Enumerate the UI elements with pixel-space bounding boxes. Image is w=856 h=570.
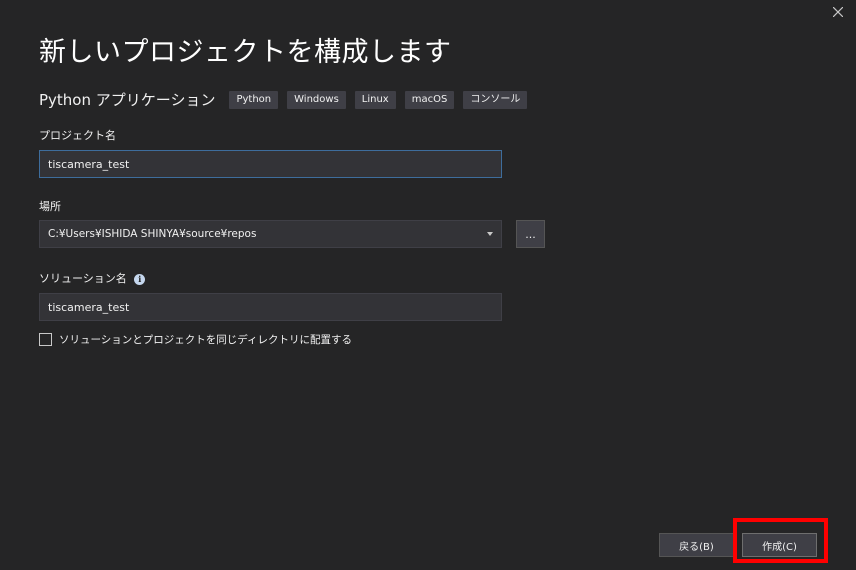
back-button[interactable]: 戻る(B) — [659, 533, 734, 557]
create-button[interactable]: 作成(C) — [742, 533, 817, 557]
chevron-down-icon — [487, 232, 493, 236]
solution-name-input[interactable] — [39, 293, 502, 321]
dialog-title: 新しいプロジェクトを構成します — [39, 37, 452, 68]
location-label: 場所 — [39, 200, 61, 213]
browse-button[interactable]: ... — [516, 220, 545, 248]
tag-python: Python — [229, 90, 279, 109]
tag-console: コンソール — [463, 90, 528, 109]
same-directory-checkbox[interactable] — [39, 333, 52, 346]
info-icon[interactable]: i — [134, 273, 146, 285]
tag-linux: Linux — [354, 90, 396, 109]
template-info: Python アプリケーション Python Windows Linux mac… — [39, 89, 536, 110]
solution-name-label-row: ソリューション名 i — [39, 270, 146, 286]
solution-name-label: ソリューション名 — [39, 272, 127, 285]
project-name-label: プロジェクト名 — [39, 129, 116, 142]
tag-windows: Windows — [287, 90, 346, 109]
project-name-input[interactable] — [39, 150, 502, 178]
location-value: C:¥Users¥ISHIDA SHINYA¥source¥repos — [48, 228, 257, 240]
tag-macos: macOS — [404, 90, 455, 109]
close-button[interactable] — [830, 4, 846, 20]
same-directory-label: ソリューションとプロジェクトを同じディレクトリに配置する — [59, 334, 353, 346]
close-icon — [833, 7, 843, 17]
location-dropdown[interactable]: C:¥Users¥ISHIDA SHINYA¥source¥repos — [39, 220, 502, 248]
same-directory-option[interactable]: ソリューションとプロジェクトを同じディレクトリに配置する — [39, 332, 352, 347]
template-name: Python アプリケーション — [39, 91, 216, 109]
